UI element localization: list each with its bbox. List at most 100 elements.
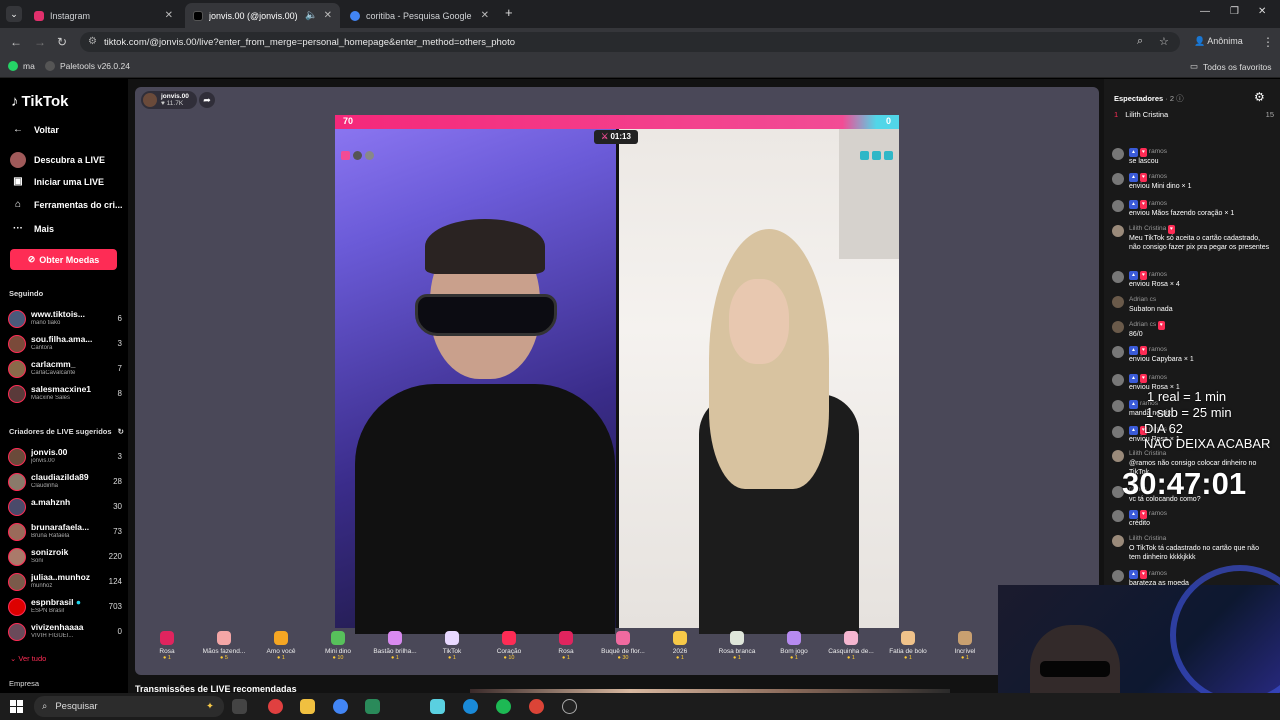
app-icon[interactable] <box>365 699 380 714</box>
app-icon[interactable] <box>268 699 283 714</box>
suggested-account[interactable]: vivizenhaaaa VIVIH FIGUEI... 0 <box>8 621 122 643</box>
account-sub: Cantora <box>31 345 53 351</box>
share-icon[interactable]: ➦ <box>199 92 215 108</box>
restore-icon[interactable]: ❐ <box>1230 6 1239 17</box>
site-info-icon[interactable]: ⚙ <box>88 36 97 47</box>
chat-user[interactable]: ▲ ♥ ramos <box>1129 270 1167 280</box>
tab-tiktok[interactable]: jonvis.00 (@jonvis.00) com 🔈 ✕ <box>185 3 340 28</box>
gift-item[interactable]: Rosa branca ● 1 <box>706 631 768 661</box>
account-name: carlacmm_ <box>31 359 76 369</box>
zoom-icon[interactable]: ⌕ <box>1137 35 1143 48</box>
chat-user[interactable]: ▲ ♥ ramos <box>1129 147 1167 157</box>
tiktok-logo[interactable]: ♪ TikTok <box>11 93 68 110</box>
gift-item[interactable]: Bom jogo ● 1 <box>763 631 825 661</box>
suggested-account[interactable]: jonvis.00 jonvis.00 3 <box>8 446 122 468</box>
nav-more[interactable]: ··· Mais <box>10 223 54 234</box>
chat-user[interactable]: ▲ ♥ ramos <box>1129 509 1167 519</box>
windows-start-icon[interactable] <box>10 700 23 713</box>
username: ramos <box>1148 200 1167 207</box>
top-viewer-row[interactable]: 1 Lilith Cristina 15 <box>1114 110 1274 119</box>
gift-item[interactable]: TikTok ● 1 <box>421 631 483 661</box>
following-account[interactable]: sou.filha.ama... Cantora 3 <box>8 333 122 355</box>
close-tab-icon[interactable]: ✕ <box>165 10 173 21</box>
chat-user[interactable]: ▲ ♥ ramos <box>1129 199 1167 209</box>
suggested-account[interactable]: juliaa..munhoz munhoz 124 <box>8 571 122 593</box>
chat-user[interactable]: ▲ ♥ ramos <box>1129 373 1167 383</box>
chat-user[interactable]: ▲ ♥ ramos <box>1129 172 1167 182</box>
username[interactable]: Adrian cs <box>1129 295 1156 304</box>
spotify-icon[interactable] <box>496 699 511 714</box>
gift-item[interactable]: Fatia de bolo ● 1 <box>877 631 939 661</box>
taskbar-search[interactable]: ⌕ Pesquisar ✦ <box>34 696 224 717</box>
gift-item[interactable]: Casquinha de... ● 1 <box>820 631 882 661</box>
gift-item[interactable]: Incrível ● 1 <box>934 631 996 661</box>
edge-icon[interactable] <box>463 699 478 714</box>
nav-start-live[interactable]: ▣ Iniciar uma LIVE <box>10 176 104 187</box>
chrome-icon[interactable] <box>333 699 348 714</box>
menu-icon[interactable]: ⋮ <box>1262 35 1274 49</box>
speaker-icon[interactable]: 🔈 <box>305 10 317 21</box>
refresh-icon[interactable]: ↻ <box>118 427 124 436</box>
left-supporters[interactable] <box>341 151 374 160</box>
suggested-account[interactable]: espnbrasil ● ESPN Brasil 703 <box>8 596 122 618</box>
viewers-header[interactable]: Espectadores · 2 ⓘ <box>1114 93 1184 104</box>
task-view-icon[interactable] <box>232 699 247 714</box>
see-all-link[interactable]: ⌄ Ver tudo <box>10 654 46 663</box>
tab-title: Instagram <box>50 10 91 21</box>
bookmark-star-icon[interactable]: ☆ <box>1159 35 1169 48</box>
gift-item[interactable]: Rosa ● 1 <box>535 631 597 661</box>
minimize-icon[interactable]: — <box>1200 6 1210 17</box>
close-tab-icon[interactable]: ✕ <box>324 10 332 21</box>
suggested-account[interactable]: claudiazilda89 Claudinha 28 <box>8 471 122 493</box>
new-tab-button[interactable]: + <box>505 5 513 20</box>
username: Lilith Cristina <box>1129 225 1167 232</box>
info-icon[interactable]: ⓘ <box>1176 94 1184 103</box>
gift-item[interactable]: Coração ● 10 <box>478 631 540 661</box>
following-account[interactable]: www.tiktois... mano tiako 6 <box>8 308 122 330</box>
suggested-account[interactable]: sonizroik Soni 220 <box>8 546 122 568</box>
chat-user[interactable]: Lilith Cristina ♥ <box>1129 224 1177 234</box>
following-account[interactable]: carlacmm_ CarlaCavalcante 7 <box>8 358 122 380</box>
chat-user[interactable]: ▲ ♥ ramos <box>1129 569 1167 579</box>
tab-google[interactable]: coritiba - Pesquisa Google ✕ <box>342 3 497 28</box>
viewer-count: 703 <box>108 602 122 611</box>
host-chip[interactable]: jonvis.00 ♥ 11.7K <box>141 91 197 109</box>
suggested-account[interactable]: brunarafaela... Bruna Rafaela 73 <box>8 521 122 543</box>
chrome-icon[interactable] <box>529 699 544 714</box>
bookmark-paletools[interactable]: Paletools v26.0.24 <box>45 61 130 71</box>
chat-text: enviou Mãos fazendo coração × 1 <box>1129 210 1235 217</box>
nav-discover-live[interactable]: Descubra a LIVE <box>10 152 105 168</box>
url-field[interactable]: ⚙ tiktok.com/@jonvis.00/live?enter_from_… <box>80 32 1180 52</box>
get-coins-button[interactable]: ⊘ Obter Moedas <box>10 249 117 270</box>
chat-user[interactable]: Adrian cs ♥ <box>1129 320 1167 330</box>
gift-item[interactable]: Bastão brilha... ● 1 <box>364 631 426 661</box>
gift-item[interactable]: Amo você ● 1 <box>250 631 312 661</box>
back-arrow-icon[interactable]: ← <box>10 35 22 49</box>
tab-instagram[interactable]: Instagram ✕ <box>26 3 181 28</box>
gift-item[interactable]: Mãos fazend... ● 5 <box>193 631 255 661</box>
tab-list-button[interactable]: ⌄ <box>6 6 22 22</box>
company-link[interactable]: Empresa <box>9 679 39 688</box>
all-bookmarks[interactable]: ▭ Todos os favoritos <box>1190 61 1272 72</box>
bookmark-whatsapp[interactable]: ma <box>8 61 35 71</box>
right-supporters[interactable] <box>860 151 893 160</box>
app-icon[interactable] <box>430 699 445 714</box>
forward-arrow-icon[interactable]: → <box>34 35 46 49</box>
close-window-icon[interactable]: ✕ <box>1258 6 1266 17</box>
following-account[interactable]: salesmacxine1 Macxine Sales 8 <box>8 383 122 405</box>
gift-item[interactable]: Buquê de flor... ● 30 <box>592 631 654 661</box>
folder-icon[interactable] <box>300 699 315 714</box>
incognito-profile[interactable]: 👤 Anônima <box>1194 36 1243 47</box>
gift-item[interactable]: 2026 ● 1 <box>649 631 711 661</box>
username[interactable]: Lilith Cristina <box>1129 534 1166 543</box>
obs-icon[interactable] <box>562 699 577 714</box>
close-tab-icon[interactable]: ✕ <box>481 10 489 21</box>
reload-icon[interactable]: ↻ <box>57 35 67 49</box>
back-link[interactable]: ← Voltar <box>10 124 59 135</box>
gift-item[interactable]: Rosa ● 1 <box>136 631 198 661</box>
suggested-account[interactable]: a.mahznh 30 <box>8 496 122 518</box>
nav-creator-tools[interactable]: ⌂ Ferramentas do cri... <box>10 199 123 210</box>
settings-gear-icon[interactable]: ⚙ <box>1254 90 1265 104</box>
chat-user[interactable]: ▲ ♥ ramos <box>1129 345 1167 355</box>
gift-item[interactable]: Mini dino ● 10 <box>307 631 369 661</box>
